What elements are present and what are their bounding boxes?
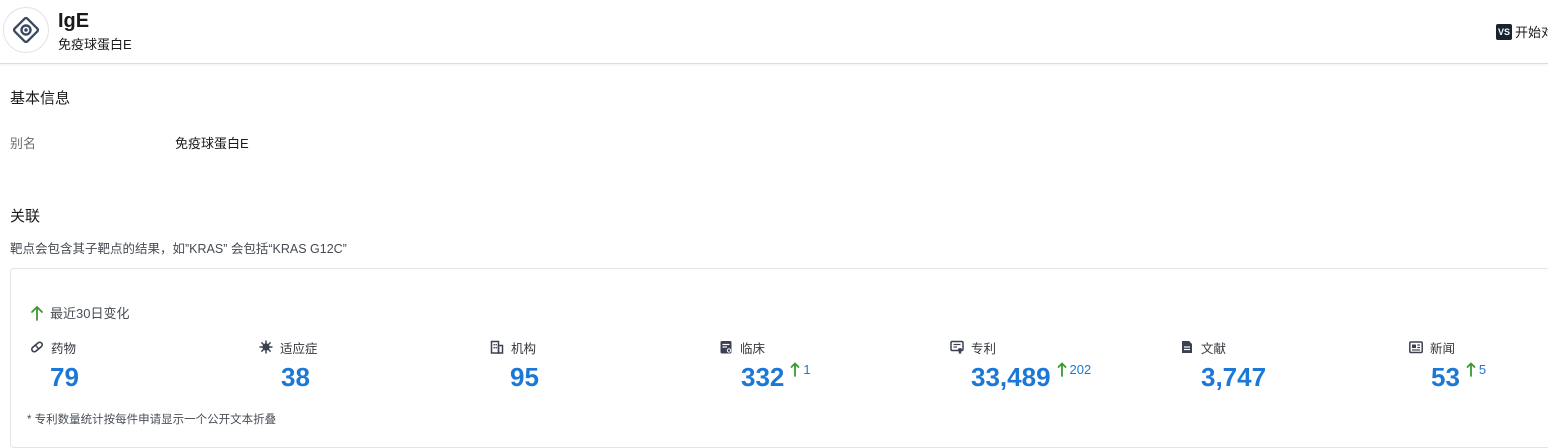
document-icon [1180,340,1194,354]
building-icon [490,340,504,354]
stat-label: 药物 [51,341,77,356]
stat-value[interactable]: 53 [1431,362,1460,392]
pill-icon [30,340,44,354]
recent-change-label: 最近30日变化 [50,306,130,321]
stat-delta-value: 1 [803,362,811,377]
stat-organizations[interactable]: 机构 95 [490,338,539,392]
arrow-up-icon [1466,362,1476,377]
stat-indications[interactable]: 适应症 38 [259,338,318,392]
relations-description: 靶点会包含其子靶点的结果，如”KRAS” 会包括“KRAS G12C” [10,242,347,256]
header-bar: IgE 免疫球蛋白E VS 开始对 [0,0,1548,64]
target-icon [3,7,49,53]
stat-delta: 5 [1466,362,1486,378]
basic-info-heading: 基本信息 [10,90,71,107]
clipboard-icon [719,340,733,354]
stat-value[interactable]: 33,489 [971,362,1051,392]
page-title: IgE [58,10,90,32]
stat-news[interactable]: 新闻 53 5 [1409,338,1486,392]
stat-delta: 202 [1057,362,1092,378]
stat-literature[interactable]: 文献 3,747 [1180,338,1266,392]
stat-value[interactable]: 3,747 [1201,362,1266,392]
stat-patents[interactable]: 专利 33,489 202 [950,338,1091,392]
recent-change-row: 最近30日变化 [30,303,129,322]
page-subtitle: 免疫球蛋白E [58,37,132,52]
stat-label: 临床 [740,341,766,356]
stat-value[interactable]: 38 [281,362,310,392]
stat-value[interactable]: 95 [510,362,539,392]
start-compare-label: 开始对 [1515,25,1548,40]
start-compare-button[interactable]: VS 开始对 [1496,22,1548,41]
stat-delta: 1 [790,362,811,378]
stat-drugs[interactable]: 药物 79 [30,338,79,392]
stat-label: 适应症 [280,341,318,356]
arrow-up-icon [1057,362,1066,377]
patent-footnote: * 专利数量统计按每件申请显示一个公开文本折叠 [27,414,277,426]
stat-clinical[interactable]: 临床 332 1 [719,338,811,392]
certificate-icon [950,340,964,354]
arrow-up-icon [31,305,43,321]
virus-icon [259,340,273,354]
vs-icon: VS [1496,23,1512,40]
stat-delta-value: 5 [1478,362,1487,377]
relations-heading: 关联 [10,208,41,225]
newspaper-icon [1409,340,1423,354]
stat-value[interactable]: 332 [741,362,784,392]
stat-delta-value: 202 [1069,362,1092,377]
arrow-up-icon [790,362,800,377]
stat-label: 机构 [511,341,537,356]
stat-label: 新闻 [1430,341,1456,356]
stat-label: 文献 [1201,341,1227,356]
alias-label: 别名 [10,136,37,151]
stat-label: 专利 [971,341,997,356]
alias-value: 免疫球蛋白E [175,136,249,151]
stat-value[interactable]: 79 [50,362,79,392]
